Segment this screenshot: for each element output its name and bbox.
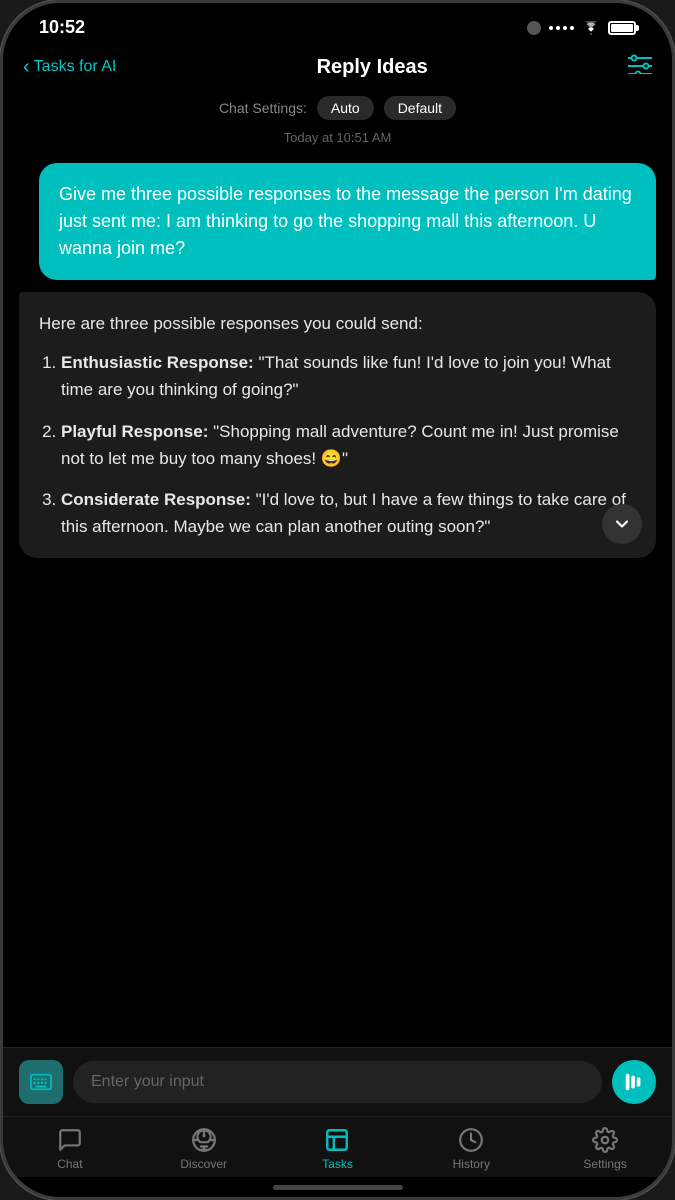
home-indicator: [3, 1177, 672, 1197]
battery-icon: [608, 21, 636, 35]
discover-nav-icon: [191, 1127, 217, 1153]
text-input[interactable]: Enter your input: [73, 1061, 602, 1103]
ai-intro-text: Here are three possible responses you co…: [39, 310, 636, 337]
chat-area: Give me three possible responses to the …: [3, 153, 672, 1047]
default-chip[interactable]: Default: [384, 96, 456, 120]
nav-item-chat[interactable]: Chat: [35, 1127, 105, 1171]
wifi-icon: [582, 21, 600, 35]
response-2-label: Playful Response:: [61, 422, 208, 441]
signal-dots-icon: [549, 26, 574, 30]
phone-frame: 10:52 ‹ Tasks for: [0, 0, 675, 1200]
nav-item-discover[interactable]: Discover: [169, 1127, 239, 1171]
camera-dot-icon: [527, 21, 541, 35]
page-title: Reply Ideas: [116, 56, 628, 79]
chat-settings-label: Chat Settings:: [219, 100, 307, 116]
discover-nav-label: Discover: [180, 1157, 227, 1171]
home-bar: [273, 1185, 403, 1190]
chat-settings-bar: Chat Settings: Auto Default: [3, 90, 672, 126]
list-item: Considerate Response: "I'd love to, but …: [61, 486, 636, 540]
response-3-label: Considerate Response:: [61, 490, 251, 509]
tasks-nav-label: Tasks: [322, 1157, 353, 1171]
ai-response-list: Enthusiastic Response: "That sounds like…: [39, 349, 636, 540]
chat-nav-icon: [57, 1127, 83, 1153]
back-button[interactable]: ‹ Tasks for AI: [23, 57, 116, 77]
header: ‹ Tasks for AI Reply Ideas: [3, 46, 672, 90]
chat-timestamp: Today at 10:51 AM: [3, 126, 672, 153]
auto-chip[interactable]: Auto: [317, 96, 374, 120]
status-icons: [527, 21, 636, 35]
filter-settings-icon[interactable]: [628, 54, 652, 80]
nav-item-settings[interactable]: Settings: [570, 1127, 640, 1171]
status-bar: 10:52: [3, 3, 672, 46]
history-nav-label: History: [453, 1157, 490, 1171]
settings-nav-label: Settings: [583, 1157, 626, 1171]
history-nav-icon: [458, 1127, 484, 1153]
ai-message-bubble: Here are three possible responses you co…: [19, 292, 656, 558]
back-label: Tasks for AI: [34, 58, 117, 76]
user-message-bubble: Give me three possible responses to the …: [39, 163, 656, 280]
scroll-down-button[interactable]: [602, 504, 642, 544]
phone-screen: 10:52 ‹ Tasks for: [3, 3, 672, 1197]
status-time: 10:52: [39, 17, 85, 38]
input-area: Enter your input: [3, 1047, 672, 1116]
list-item: Playful Response: "Shopping mall adventu…: [61, 418, 636, 472]
send-button[interactable]: [612, 1060, 656, 1104]
list-item: Enthusiastic Response: "That sounds like…: [61, 349, 636, 403]
nav-item-tasks[interactable]: Tasks: [302, 1127, 372, 1171]
keyboard-button[interactable]: [19, 1060, 63, 1104]
chat-nav-label: Chat: [57, 1157, 82, 1171]
back-chevron-icon: ‹: [23, 57, 30, 77]
nav-item-history[interactable]: History: [436, 1127, 506, 1171]
tasks-nav-icon: [324, 1127, 350, 1153]
response-1-label: Enthusiastic Response:: [61, 353, 254, 372]
bottom-nav: Chat Discover: [3, 1116, 672, 1177]
settings-nav-icon: [592, 1127, 618, 1153]
